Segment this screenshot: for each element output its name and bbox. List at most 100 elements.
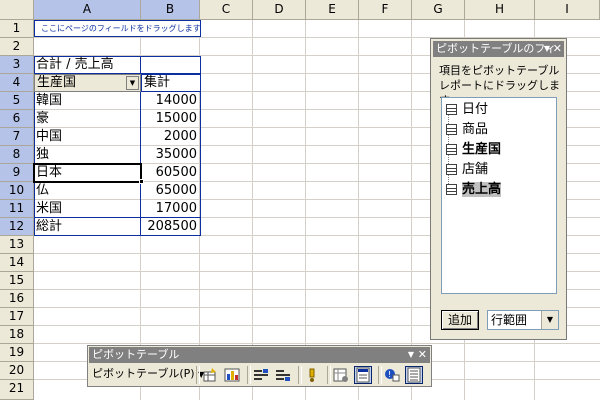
row-item-label[interactable]: 日本 <box>36 164 136 182</box>
refresh-data-icon[interactable] <box>303 366 321 384</box>
column-header-e[interactable]: E <box>306 0 359 20</box>
field-list-toggle-icon[interactable] <box>354 366 372 384</box>
pivot-field-list-panel: ピボットテーブルのフィ ▼ ✕ 項目をピボットテーブル レポートにドラッグします… <box>430 38 567 340</box>
field-list-title: ピボットテーブルのフィ <box>436 42 557 55</box>
column-header-d[interactable]: D <box>253 0 306 20</box>
chevron-down-icon[interactable]: ▼ <box>541 311 558 329</box>
toolbar-title: ピボットテーブル <box>92 348 180 361</box>
row-header-16[interactable]: 16 <box>0 290 34 308</box>
row-field-dropdown-icon[interactable]: ▼ <box>126 76 139 90</box>
grand-total-value[interactable]: 208500 <box>141 218 200 236</box>
field-icon <box>446 164 457 175</box>
field-icon <box>446 104 457 115</box>
row-item-value[interactable]: 60500 <box>141 164 200 182</box>
field-label: 店舗 <box>462 162 489 177</box>
row-header-21[interactable]: 21 <box>0 380 34 400</box>
format-report-icon[interactable] <box>201 366 219 384</box>
row-header-15[interactable]: 15 <box>0 272 34 290</box>
column-header-b[interactable]: B <box>141 0 200 20</box>
row-header-7[interactable]: 7 <box>0 128 34 146</box>
toolbar-options-icon[interactable]: ▼ <box>408 347 414 363</box>
pivot-menu-label: ピボットテーブル(P) <box>92 367 195 380</box>
row-item-value[interactable]: 15000 <box>141 110 200 128</box>
row-header-2[interactable]: 2 <box>0 38 34 56</box>
value-header-cell: 集計 <box>141 74 201 92</box>
row-item-label[interactable]: 独 <box>36 146 136 164</box>
page-field-drop-zone[interactable]: ここにページのフィールドをドラッグします <box>34 20 201 37</box>
field-item-sales[interactable]: 売上高 <box>446 181 502 199</box>
row-header-6[interactable]: 6 <box>0 110 34 128</box>
row-header-3[interactable]: 3 <box>0 56 34 74</box>
chart-wizard-icon[interactable] <box>223 366 241 384</box>
row-item-value[interactable]: 65000 <box>141 182 200 200</box>
page-field-hint: ここにページのフィールドをドラッグします <box>41 24 201 33</box>
add-to-button[interactable]: 追加 <box>441 310 479 330</box>
field-label: 商品 <box>462 122 489 137</box>
field-icon <box>446 144 457 155</box>
row-item-label[interactable]: 米国 <box>36 200 136 218</box>
select-all-corner[interactable] <box>0 0 34 20</box>
toolbar-separator <box>196 366 200 384</box>
row-header-9[interactable]: 9 <box>0 164 34 182</box>
row-header-13[interactable]: 13 <box>0 236 34 254</box>
row-header-1[interactable]: 1 <box>0 20 34 38</box>
show-detail-icon[interactable] <box>274 366 292 384</box>
column-header-h[interactable]: H <box>465 0 535 20</box>
field-icon <box>446 184 457 195</box>
row-header-18[interactable]: 18 <box>0 326 34 344</box>
column-header-c[interactable]: C <box>200 0 253 20</box>
field-list-titlebar[interactable]: ピボットテーブルのフィ ▼ ✕ <box>433 41 564 57</box>
pivot-menu-button[interactable]: ピボットテーブル(P) ▼ <box>92 366 204 383</box>
row-item-value[interactable]: 17000 <box>141 200 200 218</box>
field-item-date[interactable]: 日付 <box>446 101 488 119</box>
toolbar-separator <box>327 366 331 384</box>
column-field-drop-zone[interactable] <box>141 56 201 74</box>
row-header-19[interactable]: 19 <box>0 344 34 362</box>
data-field-button[interactable]: 合計 / 売上高 <box>34 56 141 74</box>
row-item-value[interactable]: 2000 <box>141 128 200 146</box>
row-item-label[interactable]: 中国 <box>36 128 136 146</box>
area-select[interactable]: 行範囲 ▼ <box>487 310 559 330</box>
column-header-f[interactable]: F <box>359 0 412 20</box>
toolbar-titlebar[interactable]: ピボットテーブル ▼ ✕ <box>89 347 430 363</box>
toolbar-close-icon[interactable]: ✕ <box>418 347 427 363</box>
field-list-box: 日付 商品 生産国 店舗 売上高 <box>441 97 557 294</box>
row-header-5[interactable]: 5 <box>0 92 34 110</box>
row-header-14[interactable]: 14 <box>0 254 34 272</box>
field-label: 生産国 <box>462 142 502 157</box>
toolbar-separator <box>298 366 302 384</box>
field-list-options-icon[interactable]: ▼ <box>544 41 550 57</box>
grand-total-label[interactable]: 総計 <box>36 218 136 236</box>
row-item-value[interactable]: 14000 <box>141 92 200 110</box>
pivot-toolbar: ピボットテーブル ▼ ✕ ピボットテーブル(P) ▼ ! <box>87 345 432 387</box>
row-header-4[interactable]: 4 <box>0 74 34 92</box>
field-label: 売上高 <box>462 182 502 197</box>
always-display-items-icon[interactable] <box>405 366 423 384</box>
field-item-country[interactable]: 生産国 <box>446 141 501 159</box>
row-header-12[interactable]: 12 <box>0 218 34 236</box>
row-header-11[interactable]: 11 <box>0 200 34 218</box>
row-item-label[interactable]: 韓国 <box>36 92 136 110</box>
hide-detail-icon[interactable] <box>252 366 270 384</box>
row-header-8[interactable]: 8 <box>0 146 34 164</box>
row-item-value[interactable]: 35000 <box>141 146 200 164</box>
column-header-i[interactable]: I <box>535 0 600 20</box>
field-label: 日付 <box>462 102 489 117</box>
value-header-label: 集計 <box>144 75 171 90</box>
row-header-10[interactable]: 10 <box>0 182 34 200</box>
row-header-17[interactable]: 17 <box>0 308 34 326</box>
row-item-label[interactable]: 豪 <box>36 110 136 128</box>
row-field-button[interactable]: 生産国 ▼ <box>34 74 141 92</box>
column-header-g[interactable]: G <box>412 0 465 20</box>
row-field-label: 生産国 <box>37 75 77 90</box>
field-item-store[interactable]: 店舗 <box>446 161 488 179</box>
row-item-label[interactable]: 仏 <box>36 182 136 200</box>
column-header-a[interactable]: A <box>34 0 141 20</box>
field-list-close-icon[interactable]: ✕ <box>553 41 562 57</box>
row-header-20[interactable]: 20 <box>0 362 34 380</box>
field-item-product[interactable]: 商品 <box>446 121 488 139</box>
field-settings-icon[interactable] <box>332 366 350 384</box>
show-items-icon[interactable]: ! <box>383 366 401 384</box>
area-select-value: 行範囲 <box>491 313 528 327</box>
toolbar-separator <box>378 366 382 384</box>
